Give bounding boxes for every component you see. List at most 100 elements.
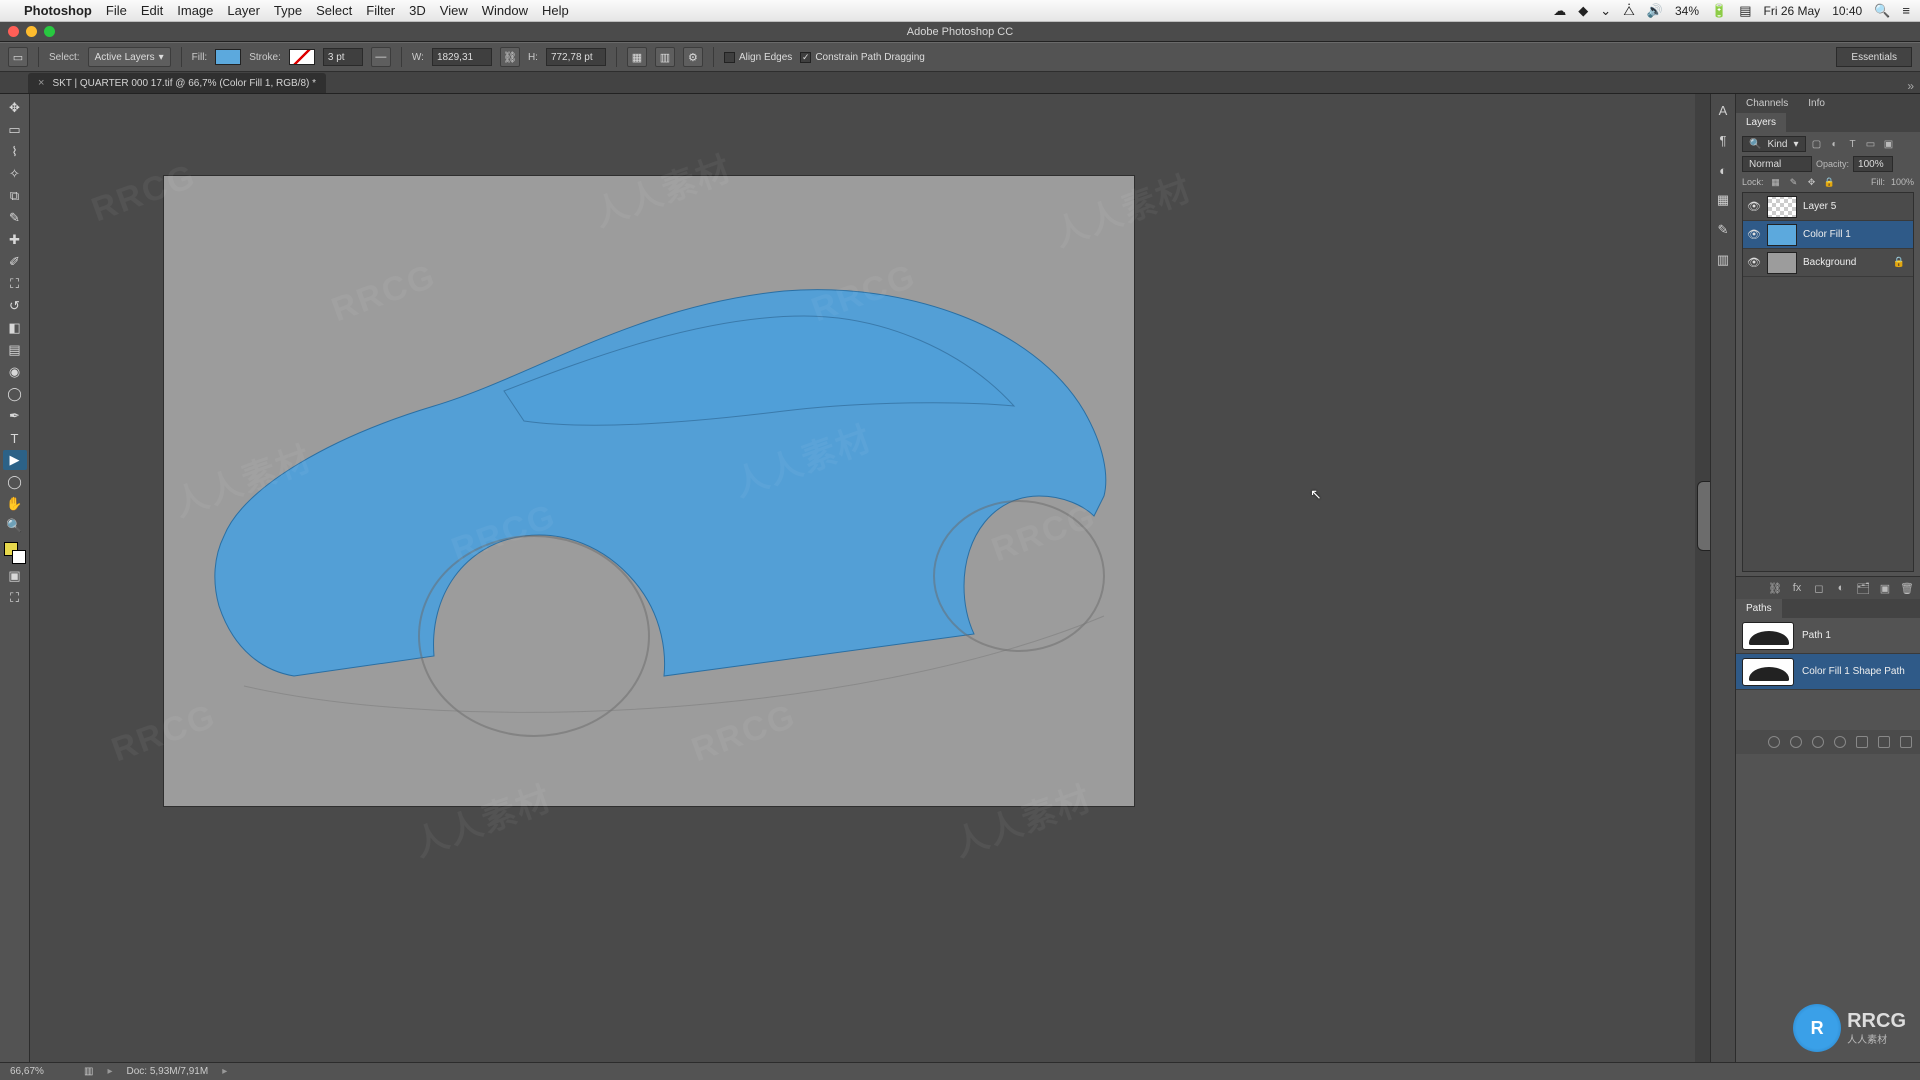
- filter-adjust-icon[interactable]: ◐: [1828, 137, 1842, 151]
- menu-icon[interactable]: ≡: [1902, 3, 1910, 18]
- filter-pixel-icon[interactable]: ▢: [1810, 137, 1824, 151]
- stroke-type-dropdown[interactable]: —: [371, 47, 391, 67]
- tab-info[interactable]: Info: [1798, 94, 1835, 113]
- history-brush-tool[interactable]: ↺: [3, 296, 27, 316]
- path-name[interactable]: Path 1: [1802, 630, 1831, 641]
- delete-path-icon[interactable]: [1900, 736, 1912, 748]
- link-wh-icon[interactable]: ⛓: [500, 47, 520, 67]
- eraser-tool[interactable]: ◧: [3, 318, 27, 338]
- path-options-icon[interactable]: ⚙: [683, 47, 703, 67]
- layer-item[interactable]: 👁 Color Fill 1: [1743, 221, 1913, 249]
- tab-overflow-icon[interactable]: »: [1907, 79, 1914, 93]
- adjustment-layer-icon[interactable]: ◐: [1834, 581, 1848, 595]
- character-panel-icon[interactable]: A: [1713, 100, 1733, 120]
- layer-name[interactable]: Layer 5: [1803, 201, 1836, 212]
- path-item[interactable]: Path 1: [1736, 618, 1920, 654]
- menubar-time[interactable]: 10:40: [1832, 4, 1862, 18]
- filter-smart-icon[interactable]: ▣: [1882, 137, 1896, 151]
- hand-tool[interactable]: ✋: [3, 494, 27, 514]
- lock-position-icon[interactable]: ✥: [1806, 176, 1818, 188]
- menu-3d[interactable]: 3D: [409, 3, 426, 18]
- menu-select[interactable]: Select: [316, 3, 352, 18]
- minimize-window-button[interactable]: [26, 26, 37, 37]
- path-arrange-icon[interactable]: ▥: [655, 47, 675, 67]
- screen-mode-icon[interactable]: ⛶: [3, 588, 27, 608]
- zoom-tool[interactable]: 🔍: [3, 516, 27, 536]
- visibility-toggle-icon[interactable]: 👁: [1747, 200, 1761, 213]
- path-select-tool-icon[interactable]: ▭: [8, 47, 28, 67]
- align-edges-checkbox[interactable]: Align Edges: [724, 52, 792, 63]
- menu-file[interactable]: File: [106, 3, 127, 18]
- zoom-level[interactable]: 66,67%: [10, 1066, 70, 1077]
- canvas-area[interactable]: RRCG RRCG 人人素材 RRCG 人人素材 人人素材 RRCG 人人素材 …: [30, 94, 1710, 1062]
- dropdown-icon[interactable]: ⌄: [1600, 3, 1611, 19]
- app-icon[interactable]: ◆: [1578, 3, 1588, 19]
- stroke-width-input[interactable]: [323, 48, 363, 66]
- move-tool[interactable]: ✥: [3, 98, 27, 118]
- menu-help[interactable]: Help: [542, 3, 569, 18]
- tab-channels[interactable]: Channels: [1736, 94, 1798, 113]
- width-input[interactable]: [432, 48, 492, 66]
- brush-tool[interactable]: ✐: [3, 252, 27, 272]
- path-to-selection-icon[interactable]: [1812, 736, 1824, 748]
- clone-stamp-tool[interactable]: ⛶: [3, 274, 27, 294]
- properties-panel-icon[interactable]: ▥: [1713, 250, 1733, 270]
- close-tab-icon[interactable]: ×: [38, 77, 44, 89]
- vertical-scrollbar[interactable]: [1695, 94, 1710, 1062]
- foreground-background-colors[interactable]: [4, 542, 26, 564]
- dodge-tool[interactable]: ◯: [3, 384, 27, 404]
- menu-filter[interactable]: Filter: [366, 3, 395, 18]
- delete-layer-icon[interactable]: 🗑: [1900, 581, 1914, 595]
- filter-type-icon[interactable]: T: [1846, 137, 1860, 151]
- type-tool[interactable]: T: [3, 428, 27, 448]
- blend-mode-dropdown[interactable]: Normal: [1742, 156, 1812, 172]
- path-align-icon[interactable]: ▦: [627, 47, 647, 67]
- close-window-button[interactable]: [8, 26, 19, 37]
- volume-icon[interactable]: 🔊: [1647, 3, 1663, 19]
- add-mask-icon[interactable]: [1856, 736, 1868, 748]
- battery-icon[interactable]: 🔋: [1711, 3, 1727, 19]
- new-path-icon[interactable]: [1878, 736, 1890, 748]
- constrain-checkbox[interactable]: ✓Constrain Path Dragging: [800, 52, 925, 63]
- menu-view[interactable]: View: [440, 3, 468, 18]
- control-icon[interactable]: ▤: [1739, 3, 1751, 19]
- layer-thumbnail[interactable]: [1767, 252, 1797, 274]
- marquee-tool[interactable]: ▭: [3, 120, 27, 140]
- opacity-value[interactable]: 100%: [1853, 156, 1893, 172]
- paragraph-panel-icon[interactable]: ¶: [1713, 130, 1733, 150]
- layer-mask-icon[interactable]: ◻: [1812, 581, 1826, 595]
- eyedropper-tool[interactable]: ✎: [3, 208, 27, 228]
- menubar-date[interactable]: Fri 26 May: [1764, 4, 1821, 18]
- lock-all-icon[interactable]: 🔒: [1824, 176, 1836, 188]
- menu-type[interactable]: Type: [274, 3, 302, 18]
- crop-tool[interactable]: ⧉: [3, 186, 27, 206]
- artboard[interactable]: [164, 176, 1134, 806]
- app-menu[interactable]: Photoshop: [24, 3, 92, 18]
- layer-fx-icon[interactable]: fx: [1790, 581, 1804, 595]
- pen-tool[interactable]: ✒: [3, 406, 27, 426]
- cloud-icon[interactable]: ☁︎: [1553, 3, 1566, 19]
- blur-tool[interactable]: ◉: [3, 362, 27, 382]
- layer-name[interactable]: Color Fill 1: [1803, 229, 1851, 240]
- lasso-tool[interactable]: ⌇: [3, 142, 27, 162]
- visibility-toggle-icon[interactable]: 👁: [1747, 256, 1761, 269]
- stroke-swatch[interactable]: [289, 49, 315, 65]
- wifi-icon[interactable]: ⧊: [1623, 3, 1635, 19]
- path-name[interactable]: Color Fill 1 Shape Path: [1802, 666, 1905, 677]
- layer-item[interactable]: 👁 Background 🔒: [1743, 249, 1913, 277]
- brush-panel-icon[interactable]: ✎: [1713, 220, 1733, 240]
- selection-to-path-icon[interactable]: [1834, 736, 1846, 748]
- select-dropdown[interactable]: Active Layers▾: [88, 47, 171, 67]
- visibility-toggle-icon[interactable]: 👁: [1747, 228, 1761, 241]
- status-arrow2-icon[interactable]: ▸: [222, 1066, 227, 1077]
- shape-tool[interactable]: ◯: [3, 472, 27, 492]
- new-layer-icon[interactable]: ▣: [1878, 581, 1892, 595]
- document-tab[interactable]: × SKT | QUARTER 000 17.tif @ 66,7% (Colo…: [28, 73, 326, 93]
- zoom-window-button[interactable]: [44, 26, 55, 37]
- path-selection-tool[interactable]: ▶: [3, 450, 27, 470]
- layer-thumbnail[interactable]: [1767, 196, 1797, 218]
- workspace-switcher[interactable]: Essentials: [1836, 47, 1912, 67]
- quick-mask-icon[interactable]: ▣: [3, 566, 27, 586]
- layer-name[interactable]: Background: [1803, 257, 1856, 268]
- link-layers-icon[interactable]: ⛓: [1768, 581, 1782, 595]
